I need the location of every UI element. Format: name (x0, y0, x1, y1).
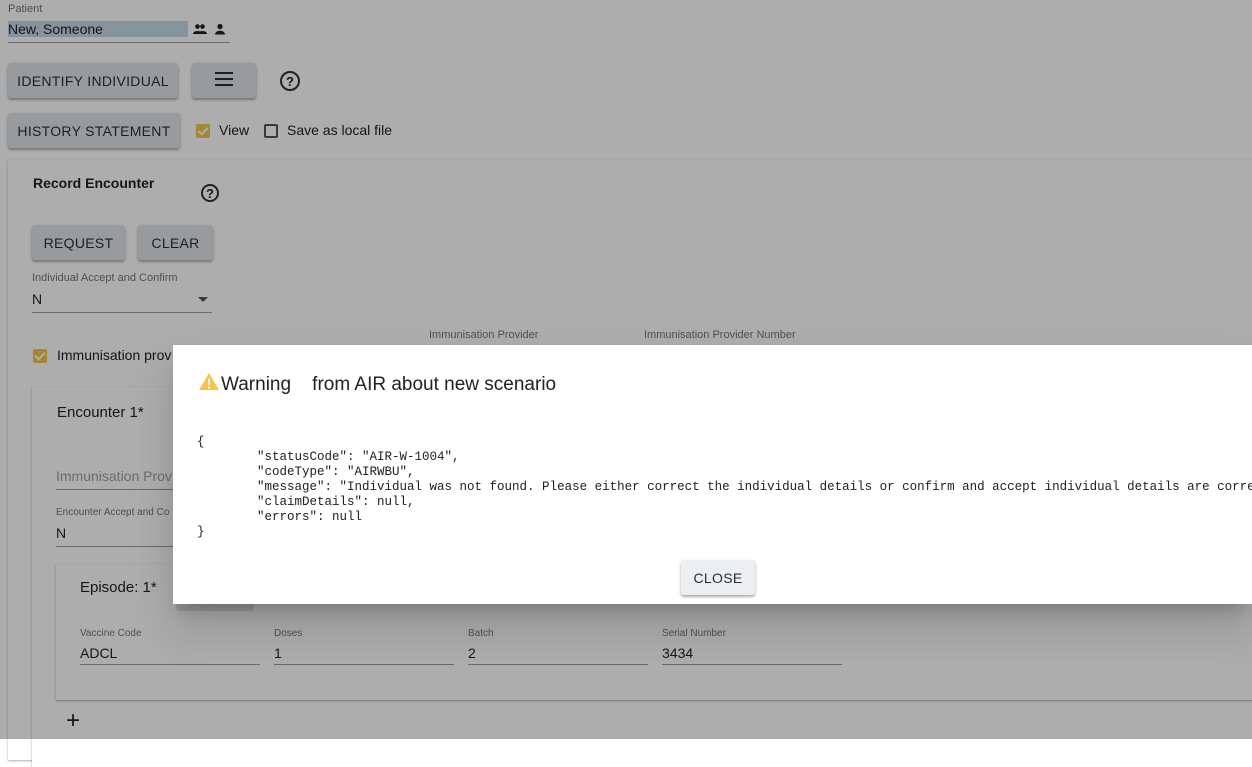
warning-icon (198, 372, 220, 396)
dialog-message-body: { "statusCode": "AIR-W-1004", "codeType"… (197, 435, 1252, 539)
close-button[interactable]: CLOSE (681, 560, 755, 595)
warning-dialog: Warning from AIR about new scenario { "s… (173, 345, 1252, 604)
dialog-title: Warning from AIR about new scenario (221, 374, 557, 395)
